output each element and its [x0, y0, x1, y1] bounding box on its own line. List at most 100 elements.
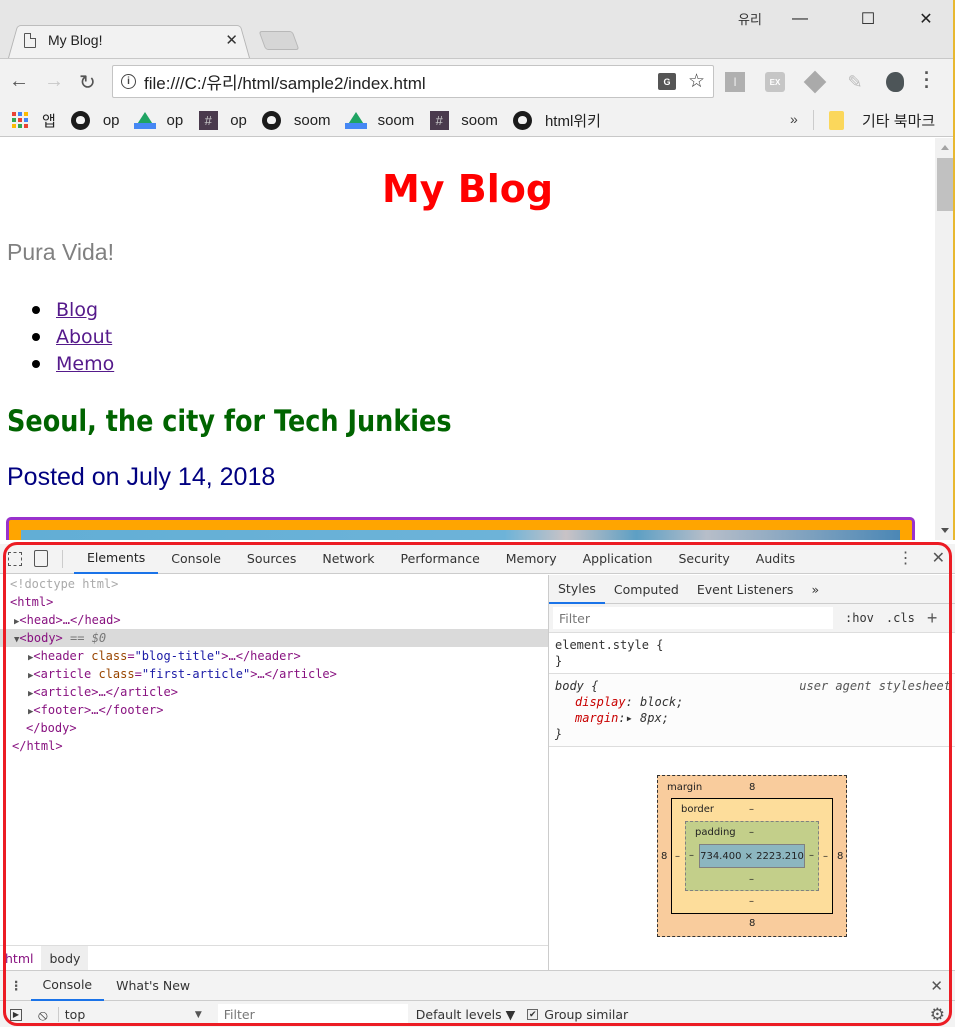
breadcrumb-html[interactable]: html: [0, 946, 41, 970]
dom-node[interactable]: </body>: [0, 719, 548, 737]
back-icon[interactable]: ←: [9, 70, 29, 93]
box-model-content[interactable]: 734.400 × 2223.210: [699, 844, 805, 868]
translate-icon[interactable]: G: [657, 73, 676, 90]
nav-link-blog[interactable]: Blog: [56, 299, 98, 321]
scroll-up-arrow-icon[interactable]: [941, 145, 949, 150]
instapaper-icon[interactable]: I: [725, 72, 745, 92]
box-model-padding[interactable]: padding – – – – 734.400 × 2223.210: [685, 821, 819, 891]
margin-right-value[interactable]: 8: [837, 851, 843, 862]
box-model-margin[interactable]: margin 8 8 8 8 border – – – – padding – …: [657, 775, 847, 937]
drawer-tab-whats-new[interactable]: What's New: [104, 971, 202, 1001]
inspect-element-icon[interactable]: [8, 551, 22, 566]
devtools-close-icon[interactable]: ✕: [932, 548, 945, 567]
reload-icon[interactable]: ↻: [79, 70, 96, 95]
close-window-button[interactable]: ✕: [911, 6, 941, 32]
ex-icon[interactable]: EX: [765, 72, 785, 92]
url-text[interactable]: file:///C:/유리/html/sample2/index.html: [144, 69, 658, 94]
tab-performance[interactable]: Performance: [388, 544, 493, 574]
padding-left-value[interactable]: –: [689, 850, 694, 861]
layers-icon[interactable]: [803, 70, 827, 94]
margin-left-value[interactable]: 8: [661, 851, 667, 862]
forward-icon[interactable]: →: [44, 70, 64, 93]
padding-bottom-value[interactable]: –: [749, 874, 754, 885]
group-similar-toggle[interactable]: ✔ Group similar: [527, 1007, 628, 1022]
scrollbar-thumb[interactable]: [937, 158, 953, 211]
box-model-border[interactable]: border – – – – padding – – – – 734.400 ×…: [671, 798, 833, 914]
cls-button[interactable]: .cls: [886, 611, 915, 625]
nav-link-memo[interactable]: Memo: [56, 353, 114, 375]
bookmark-item[interactable]: soom: [344, 110, 414, 130]
highlighter-icon[interactable]: ✎: [845, 72, 865, 92]
breadcrumb-body[interactable]: body: [41, 946, 89, 970]
margin-bottom-value[interactable]: 8: [749, 918, 755, 929]
dom-node-selected[interactable]: ▼<body> == $0: [0, 629, 548, 647]
styles-filter-input[interactable]: [553, 607, 833, 629]
dom-node[interactable]: ▶<header class="blog-title">…</header>: [0, 647, 548, 665]
border-bottom-value[interactable]: –: [749, 896, 754, 907]
border-right-value[interactable]: –: [823, 851, 828, 862]
drawer-tab-console[interactable]: Console: [30, 971, 105, 1001]
more-tabs-button[interactable]: »: [802, 575, 828, 604]
bookmark-star-icon[interactable]: ☆: [688, 70, 705, 93]
bookmark-apps[interactable]: 앱: [10, 110, 56, 131]
tab-event-listeners[interactable]: Event Listeners: [688, 575, 803, 604]
dom-node[interactable]: ▶<footer>…</footer>: [0, 701, 548, 719]
chrome-menu-icon[interactable]: · · ·: [924, 64, 930, 96]
hov-button[interactable]: :hov: [845, 611, 874, 625]
body-ua-rule[interactable]: body { user agent stylesheet display: bl…: [549, 674, 955, 747]
tab-console[interactable]: Console: [158, 544, 234, 574]
tab-memory[interactable]: Memory: [493, 544, 570, 574]
scroll-down-arrow-icon[interactable]: [941, 528, 949, 533]
dom-node[interactable]: ▶<head>…</head>: [0, 611, 548, 629]
tab-security[interactable]: Security: [665, 544, 742, 574]
border-top-value[interactable]: –: [749, 804, 754, 815]
margin-top-value[interactable]: 8: [749, 782, 755, 793]
tab-application[interactable]: Application: [570, 544, 666, 574]
tab-computed[interactable]: Computed: [605, 575, 688, 604]
folder-icon[interactable]: [829, 111, 844, 130]
bookmark-item[interactable]: # op: [198, 110, 247, 130]
bookmarks-overflow-button[interactable]: »: [790, 111, 798, 127]
dom-node[interactable]: <!doctype html>: [0, 575, 548, 593]
page-scrollbar[interactable]: [935, 138, 955, 540]
new-rule-icon[interactable]: +: [927, 608, 938, 629]
element-style-rule[interactable]: element.style { }: [549, 633, 955, 674]
nav-link-about[interactable]: About: [56, 326, 112, 348]
tab-close-icon[interactable]: ✕: [225, 31, 238, 49]
dom-node[interactable]: </html>: [0, 737, 548, 755]
padding-right-value[interactable]: –: [809, 850, 814, 861]
active-tab[interactable]: My Blog! ✕: [24, 28, 244, 52]
new-tab-button[interactable]: [258, 31, 300, 50]
console-sidebar-icon[interactable]: ▶: [10, 1008, 22, 1021]
minimize-button[interactable]: —: [785, 6, 815, 32]
padding-top-value[interactable]: –: [749, 827, 754, 838]
bookmark-item[interactable]: soom: [262, 110, 331, 130]
clear-console-icon[interactable]: ⦸: [38, 1006, 48, 1024]
profile-name[interactable]: 유리: [738, 9, 762, 28]
dom-node[interactable]: <html>: [0, 593, 548, 611]
css-property[interactable]: display: block;: [555, 694, 949, 710]
bookmark-item[interactable]: # soom: [429, 110, 498, 130]
info-icon[interactable]: i: [121, 74, 136, 89]
log-levels-dropdown[interactable]: Default levels ▼: [416, 1007, 515, 1022]
address-bar[interactable]: i file:///C:/유리/html/sample2/index.html …: [112, 65, 714, 98]
drawer-close-icon[interactable]: ✕: [930, 977, 943, 995]
other-bookmarks[interactable]: 기타 북마크: [862, 110, 935, 131]
dom-node[interactable]: ▶<article class="first-article">…</artic…: [0, 665, 548, 683]
tab-audits[interactable]: Audits: [743, 544, 808, 574]
maximize-button[interactable]: ☐: [853, 6, 883, 32]
dom-node[interactable]: ▶<article>…</article>: [0, 683, 548, 701]
border-left-value[interactable]: –: [675, 851, 680, 862]
tab-network[interactable]: Network: [309, 544, 387, 574]
context-selector[interactable]: top ▼: [57, 1007, 208, 1022]
tab-elements[interactable]: Elements: [74, 544, 159, 574]
bookmark-item[interactable]: op: [133, 110, 183, 130]
console-settings-gear-icon[interactable]: ⚙: [930, 1005, 945, 1025]
evernote-icon[interactable]: [886, 72, 904, 92]
devtools-menu-icon[interactable]: ⋮: [898, 548, 914, 567]
bookmark-item[interactable]: html위키: [513, 110, 601, 131]
group-similar-checkbox[interactable]: ✔: [527, 1009, 539, 1020]
console-filter-input[interactable]: [217, 1003, 408, 1026]
tab-sources[interactable]: Sources: [234, 544, 309, 574]
drawer-menu-icon[interactable]: ⋮: [0, 978, 31, 993]
